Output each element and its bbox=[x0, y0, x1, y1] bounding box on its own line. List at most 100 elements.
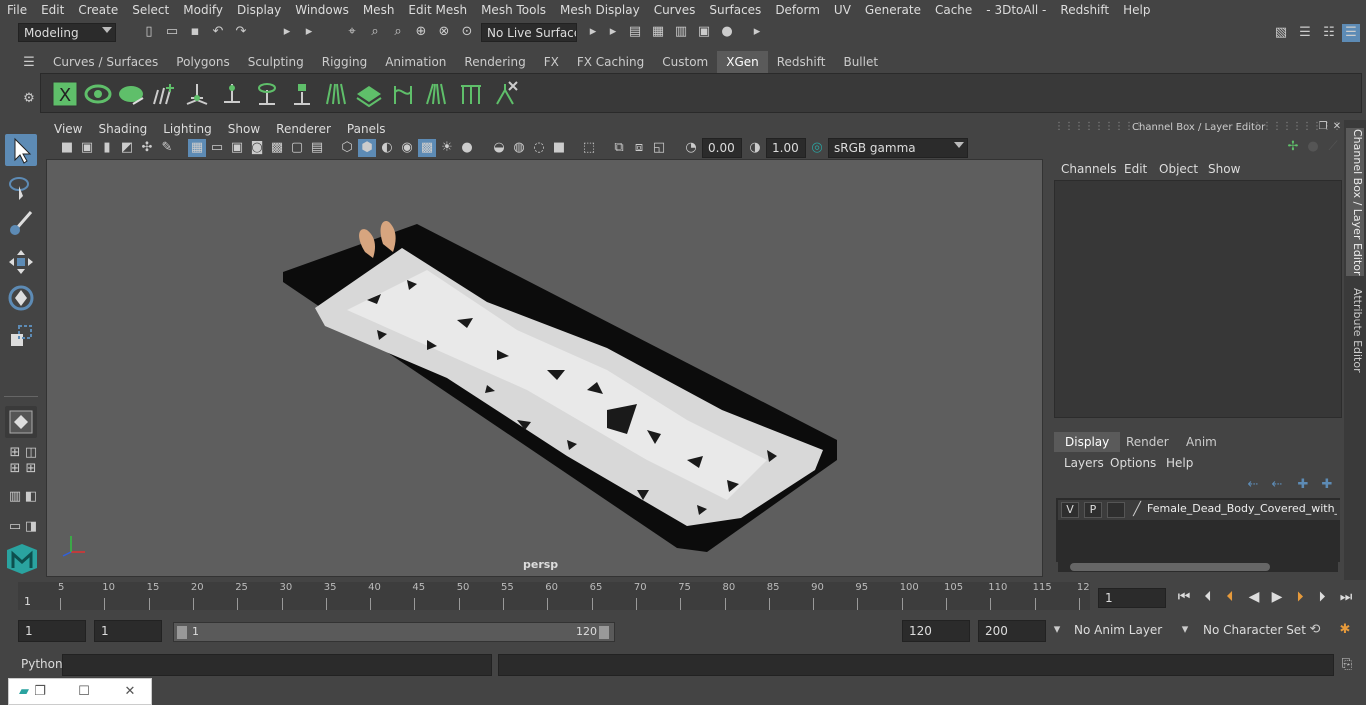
grid-toggle-icon[interactable]: ▦ bbox=[188, 139, 206, 157]
menu-create[interactable]: Create bbox=[71, 3, 125, 17]
step-back-frame-icon[interactable]: ⏴ bbox=[1220, 587, 1240, 607]
exposure-icon[interactable]: ◔ bbox=[682, 139, 700, 157]
shelf-tab-rigging[interactable]: Rigging bbox=[313, 51, 376, 73]
ambient-occlusion-icon[interactable]: ◒ bbox=[490, 139, 508, 157]
field-chart-icon[interactable]: ▩ bbox=[268, 139, 286, 157]
xgen-sculpt-guide-icon[interactable] bbox=[183, 80, 211, 108]
menu-curves[interactable]: Curves bbox=[647, 3, 703, 17]
scale-tool[interactable] bbox=[5, 320, 37, 352]
menu-windows[interactable]: Windows bbox=[288, 3, 356, 17]
step-forward-frame-icon[interactable]: ⏵ bbox=[1290, 587, 1310, 607]
speed-icon[interactable]: ● bbox=[1304, 138, 1322, 156]
xray-joints-icon[interactable]: ⧉ bbox=[610, 139, 628, 157]
step-forward-key-icon[interactable]: ⏵ bbox=[1312, 587, 1332, 607]
anti-alias-icon[interactable]: ◌ bbox=[530, 139, 548, 157]
shelf-tab-sculpting[interactable]: Sculpting bbox=[239, 51, 313, 73]
xgen-preview-icon[interactable] bbox=[84, 80, 112, 108]
open-scene-icon[interactable]: ▭ bbox=[163, 23, 181, 41]
drag-handle-icon[interactable]: ⋮⋮⋮⋮⋮⋮⋮⋮⋮ bbox=[1054, 121, 1144, 132]
scrollbar-thumb[interactable] bbox=[1070, 563, 1270, 571]
shelf-tab-bullet[interactable]: Bullet bbox=[834, 51, 887, 73]
shelf-tab-animation[interactable]: Animation bbox=[376, 51, 455, 73]
color-management-icon[interactable]: ◎ bbox=[808, 139, 826, 157]
xray-active-icon[interactable]: ⧈ bbox=[630, 139, 648, 157]
tool-settings-toggle-icon[interactable]: ☰ bbox=[1342, 24, 1360, 42]
restore-icon[interactable]: ❐ bbox=[31, 683, 49, 701]
hyper-icon[interactable]: ⟋ bbox=[1324, 138, 1342, 156]
paint-select-tool[interactable] bbox=[5, 208, 37, 240]
shelf-tab-redshift[interactable]: Redshift bbox=[768, 51, 835, 73]
shelf-tab-rendering[interactable]: Rendering bbox=[455, 51, 534, 73]
menu-mesh-display[interactable]: Mesh Display bbox=[553, 3, 647, 17]
chevron-down-icon[interactable]: ▾ bbox=[1176, 621, 1194, 639]
xgen-guide-visibility-icon[interactable] bbox=[253, 80, 281, 108]
redo-icon[interactable]: ↷ bbox=[232, 23, 250, 41]
menu-3dtoall[interactable]: - 3DtoAll - bbox=[979, 3, 1053, 17]
side-tab-attribute-editor[interactable]: Attribute Editor bbox=[1346, 285, 1364, 375]
range-start-handle[interactable] bbox=[177, 626, 187, 639]
xgen-editor-icon[interactable]: X bbox=[51, 80, 79, 108]
play-backward-icon[interactable]: ◀ bbox=[1244, 587, 1264, 607]
menu-mesh[interactable]: Mesh bbox=[356, 3, 402, 17]
go-to-start-icon[interactable]: ⏮ bbox=[1174, 587, 1194, 607]
menu-mesh-tools[interactable]: Mesh Tools bbox=[474, 3, 553, 17]
menu-deform[interactable]: Deform bbox=[768, 3, 827, 17]
lasso-tool[interactable] bbox=[5, 172, 37, 204]
wireframe-icon[interactable]: ⬡ bbox=[338, 139, 356, 157]
go-to-end-icon[interactable]: ⏭ bbox=[1336, 587, 1356, 607]
viewport-menu-lighting[interactable]: Lighting bbox=[155, 122, 220, 136]
viewport-menu-shading[interactable]: Shading bbox=[90, 122, 155, 136]
close-icon[interactable]: ✕ bbox=[121, 683, 139, 701]
xgen-modifier-icon[interactable] bbox=[491, 80, 519, 108]
layer-tab-anim[interactable]: Anim bbox=[1175, 432, 1228, 452]
manipulator-icon[interactable]: ✢ bbox=[1284, 138, 1302, 156]
move-layer-down-icon[interactable]: ⇠ bbox=[1268, 476, 1286, 494]
gate-mask-icon[interactable]: ◙ bbox=[248, 139, 266, 157]
step-back-key-icon[interactable]: ⏴ bbox=[1198, 587, 1218, 607]
script-editor-icon[interactable]: ⎘ bbox=[1338, 656, 1356, 674]
character-set-select[interactable]: No Character Set bbox=[1197, 620, 1306, 642]
move-layer-up-icon[interactable]: ⇠ bbox=[1244, 476, 1262, 494]
side-tab-channel-box[interactable]: Channel Box / Layer Editor bbox=[1346, 128, 1364, 276]
command-input[interactable] bbox=[62, 654, 492, 676]
edit-menu[interactable]: Edit bbox=[1124, 162, 1147, 176]
motion-blur-icon[interactable]: ◍ bbox=[510, 139, 528, 157]
snap-point-icon[interactable]: ⊙ bbox=[458, 23, 476, 41]
menu-select[interactable]: Select bbox=[125, 3, 176, 17]
rotate-tool[interactable] bbox=[5, 282, 37, 314]
layout-row-icon[interactable]: ◨ bbox=[22, 518, 40, 536]
grease-pencil-icon[interactable]: ✎ bbox=[158, 139, 176, 157]
layer-row[interactable]: V P ╱ Female_Dead_Body_Covered_with_Clot… bbox=[1058, 500, 1340, 520]
range-slider[interactable]: 1 120 bbox=[173, 622, 615, 642]
gamma-icon[interactable]: ◑ bbox=[746, 139, 764, 157]
menu-modify[interactable]: Modify bbox=[176, 3, 230, 17]
viewport-menu-show[interactable]: Show bbox=[220, 122, 268, 136]
shelf-tab-curves-surfaces[interactable]: Curves / Surfaces bbox=[44, 51, 167, 73]
xgen-bend-icon[interactable] bbox=[389, 80, 417, 108]
mode-select[interactable]: Modeling bbox=[18, 23, 116, 42]
image-plane-icon[interactable]: ◩ bbox=[118, 139, 136, 157]
camera-attributes-icon[interactable]: ▣ bbox=[78, 139, 96, 157]
menu-display[interactable]: Display bbox=[230, 3, 288, 17]
shelf-tab-fx[interactable]: FX bbox=[535, 51, 568, 73]
channels-menu[interactable]: Channels bbox=[1061, 162, 1117, 176]
render-view-icon[interactable]: ▤ bbox=[626, 23, 644, 41]
outliner-layout-icon[interactable]: ◧ bbox=[22, 488, 40, 506]
layer-name[interactable]: Female_Dead_Body_Covered_with_Cloth bbox=[1147, 502, 1337, 515]
resolution-gate-icon[interactable]: ▣ bbox=[228, 139, 246, 157]
workspace-icon[interactable]: ▧ bbox=[1272, 24, 1290, 42]
shelf-tab-polygons[interactable]: Polygons bbox=[167, 51, 238, 73]
default-lighting-icon[interactable]: ◐ bbox=[378, 139, 396, 157]
menu-redshift[interactable]: Redshift bbox=[1053, 3, 1116, 17]
shelf-tab-custom[interactable]: Custom bbox=[653, 51, 717, 73]
render-settings-icon[interactable]: ▣ bbox=[695, 23, 713, 41]
layer-display-type-toggle[interactable] bbox=[1107, 502, 1125, 518]
menu-edit[interactable]: Edit bbox=[34, 3, 71, 17]
layer-tab-render[interactable]: Render bbox=[1115, 432, 1180, 452]
range-end-handle[interactable] bbox=[599, 626, 609, 639]
playback-start-field[interactable]: 1 bbox=[94, 620, 162, 642]
object-menu[interactable]: Object bbox=[1159, 162, 1198, 176]
bookmark-icon[interactable]: ▮ bbox=[98, 139, 116, 157]
safe-title-icon[interactable]: ▤ bbox=[308, 139, 326, 157]
play-forward-icon[interactable]: ▶ bbox=[1267, 587, 1287, 607]
